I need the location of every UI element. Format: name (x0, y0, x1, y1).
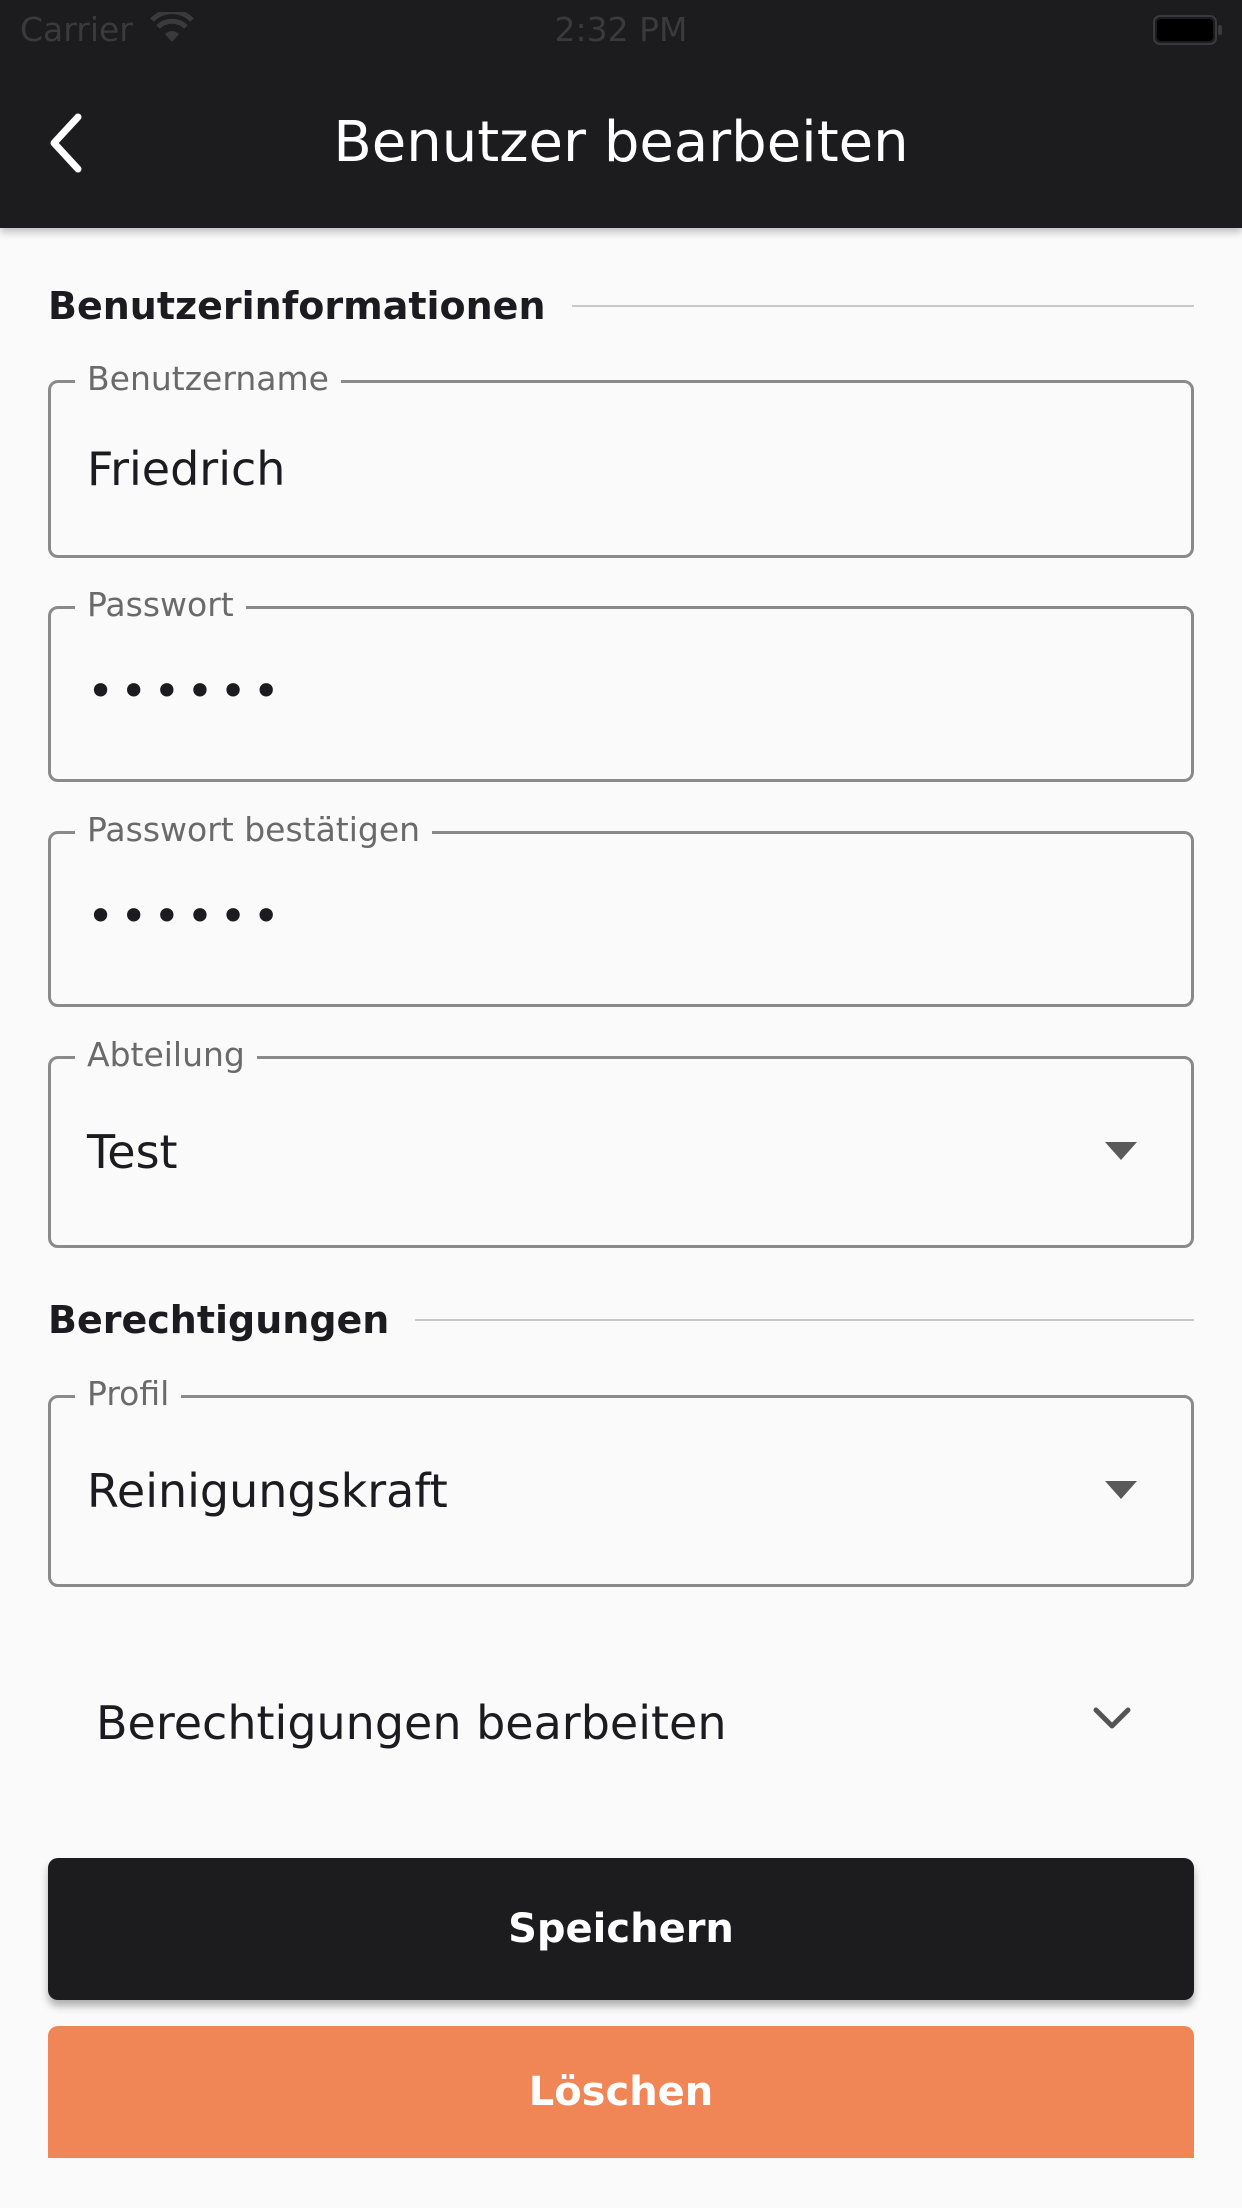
chevron-down-icon (1093, 1707, 1131, 1729)
app-bar: Carrier 2:32 PM Benutzer bearbeiten (0, 0, 1242, 228)
section-header-permissions: Berechtigungen (48, 1298, 1194, 1342)
page-title: Benutzer bearbeiten (333, 110, 909, 175)
profile-dropdown[interactable]: Profil Reinigungskraft (48, 1374, 1194, 1587)
save-button[interactable]: Speichern (48, 1858, 1194, 2000)
edit-permissions-label: Berechtigungen bearbeiten (96, 1696, 727, 1750)
password-field[interactable]: Passwort •••••• (48, 585, 1194, 782)
divider (415, 1319, 1194, 1321)
department-dropdown[interactable]: Abteilung Test (48, 1035, 1194, 1248)
password-value: •••••• (87, 664, 286, 718)
section-title: Benutzerinformationen (48, 284, 546, 328)
divider (571, 305, 1194, 307)
profile-value: Reinigungskraft (87, 1464, 448, 1518)
section-header-user-info: Benutzerinformationen (48, 284, 1194, 328)
password-confirm-value: •••••• (87, 889, 286, 943)
status-time: 2:32 PM (554, 10, 688, 49)
battery-icon (1153, 15, 1222, 45)
department-value: Test (87, 1125, 178, 1179)
username-value: Friedrich (87, 442, 286, 496)
delete-button[interactable]: Löschen (48, 2026, 1194, 2158)
dropdown-arrow-icon (1105, 1481, 1137, 1499)
password-confirm-field[interactable]: Passwort bestätigen •••••• (48, 810, 1194, 1007)
username-field[interactable]: Benutzername Friedrich (48, 359, 1194, 558)
edit-permissions-expander[interactable]: Berechtigungen bearbeiten (48, 1648, 1194, 1798)
dropdown-arrow-icon (1105, 1142, 1137, 1160)
section-title: Berechtigungen (48, 1298, 390, 1342)
